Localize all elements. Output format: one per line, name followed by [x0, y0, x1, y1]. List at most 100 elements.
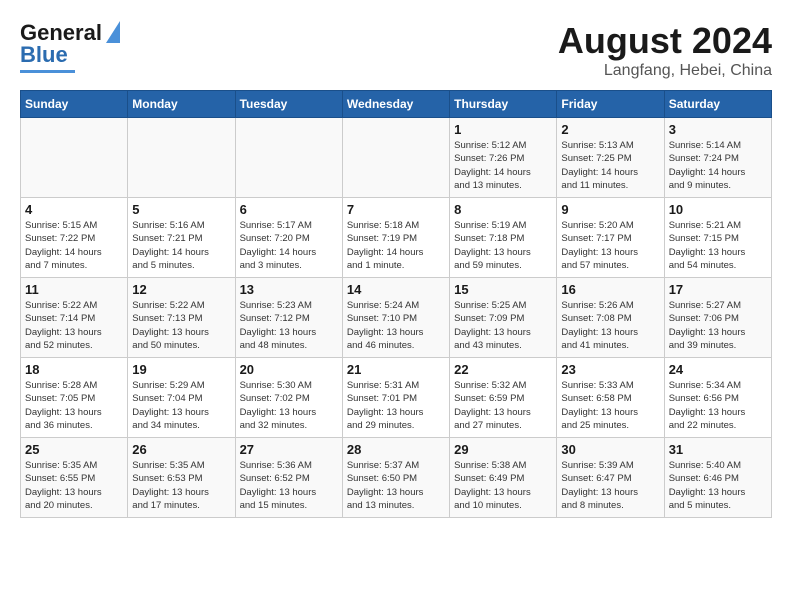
day-info: Sunrise: 5:40 AM Sunset: 6:46 PM Dayligh… [669, 459, 767, 512]
calendar-cell: 26Sunrise: 5:35 AM Sunset: 6:53 PM Dayli… [128, 438, 235, 518]
day-number: 12 [132, 282, 230, 297]
calendar-week-4: 18 Sunrise: 5:28 AM Sunset: 7:05 PM Dayli… [21, 358, 772, 438]
calendar-table: SundayMondayTuesdayWednesdayThursdayFrid… [20, 90, 772, 518]
day-number: 5 [132, 202, 230, 217]
day-number: 4 [25, 202, 123, 217]
day-info: Sunrise: 5:12 AM Sunset: 7:26 PM Dayligh… [454, 139, 552, 192]
day-info: Sunrise: 5:36 AM Sunset: 6:52 PM Dayligh… [240, 459, 338, 512]
calendar-cell: 2Sunrise: 5:13 AM Sunset: 7:25 PM Daylig… [557, 118, 664, 198]
day-info: Sunrise: 5:17 AM Sunset: 7:20 PM Dayligh… [240, 219, 338, 272]
calendar-week-1: 1 Sunrise: 5:12 AM Sunset: 7:26 PM Daylig… [21, 118, 772, 198]
day-info: Sunrise: 5:37 AM Sunset: 6:50 PM Dayligh… [347, 459, 445, 512]
calendar-cell: 22 Sunrise: 5:32 AM Sunset: 6:59 PM Dayli… [450, 358, 557, 438]
calendar-cell [342, 118, 449, 198]
day-number: 28 [347, 442, 445, 457]
calendar-cell: 28 Sunrise: 5:37 AM Sunset: 6:50 PM Dayli… [342, 438, 449, 518]
day-number: 17 [669, 282, 767, 297]
day-info: Sunrise: 5:22 AM Sunset: 7:14 PM Dayligh… [25, 299, 123, 352]
day-number: 16 [561, 282, 659, 297]
day-number: 31 [669, 442, 767, 457]
calendar-week-2: 4 Sunrise: 5:15 AM Sunset: 7:22 PM Daylig… [21, 198, 772, 278]
day-number: 19 [132, 362, 230, 377]
calendar-cell: 13 Sunrise: 5:23 AM Sunset: 7:12 PM Dayli… [235, 278, 342, 358]
calendar-cell: 5 Sunrise: 5:16 AM Sunset: 7:21 PM Daylig… [128, 198, 235, 278]
calendar-cell: 1 Sunrise: 5:12 AM Sunset: 7:26 PM Daylig… [450, 118, 557, 198]
logo: General Blue [20, 20, 120, 73]
calendar-cell [128, 118, 235, 198]
column-header-monday: Monday [128, 91, 235, 118]
column-header-tuesday: Tuesday [235, 91, 342, 118]
calendar-cell: 7Sunrise: 5:18 AM Sunset: 7:19 PM Daylig… [342, 198, 449, 278]
day-number: 7 [347, 202, 445, 217]
calendar-cell: 17 Sunrise: 5:27 AM Sunset: 7:06 PM Dayli… [664, 278, 771, 358]
calendar-cell: 4 Sunrise: 5:15 AM Sunset: 7:22 PM Daylig… [21, 198, 128, 278]
calendar-cell: 20Sunrise: 5:30 AM Sunset: 7:02 PM Dayli… [235, 358, 342, 438]
calendar-cell: 18 Sunrise: 5:28 AM Sunset: 7:05 PM Dayli… [21, 358, 128, 438]
day-info: Sunrise: 5:15 AM Sunset: 7:22 PM Dayligh… [25, 219, 123, 272]
day-info: Sunrise: 5:38 AM Sunset: 6:49 PM Dayligh… [454, 459, 552, 512]
calendar-cell: 3Sunrise: 5:14 AM Sunset: 7:24 PM Daylig… [664, 118, 771, 198]
calendar-week-5: 25 Sunrise: 5:35 AM Sunset: 6:55 PM Dayli… [21, 438, 772, 518]
day-number: 22 [454, 362, 552, 377]
day-number: 10 [669, 202, 767, 217]
day-number: 30 [561, 442, 659, 457]
day-info: Sunrise: 5:24 AM Sunset: 7:10 PM Dayligh… [347, 299, 445, 352]
day-info: Sunrise: 5:14 AM Sunset: 7:24 PM Dayligh… [669, 139, 767, 192]
day-number: 6 [240, 202, 338, 217]
logo-text-blue: Blue [20, 42, 68, 68]
calendar-cell: 9Sunrise: 5:20 AM Sunset: 7:17 PM Daylig… [557, 198, 664, 278]
day-info: Sunrise: 5:33 AM Sunset: 6:58 PM Dayligh… [561, 379, 659, 432]
calendar-cell: 27 Sunrise: 5:36 AM Sunset: 6:52 PM Dayli… [235, 438, 342, 518]
day-number: 27 [240, 442, 338, 457]
day-number: 20 [240, 362, 338, 377]
calendar-cell: 11 Sunrise: 5:22 AM Sunset: 7:14 PM Dayli… [21, 278, 128, 358]
column-header-friday: Friday [557, 91, 664, 118]
day-number: 18 [25, 362, 123, 377]
day-info: Sunrise: 5:23 AM Sunset: 7:12 PM Dayligh… [240, 299, 338, 352]
day-number: 8 [454, 202, 552, 217]
calendar-cell: 23 Sunrise: 5:33 AM Sunset: 6:58 PM Dayli… [557, 358, 664, 438]
day-number: 9 [561, 202, 659, 217]
day-number: 29 [454, 442, 552, 457]
day-number: 14 [347, 282, 445, 297]
calendar-cell: 8 Sunrise: 5:19 AM Sunset: 7:18 PM Daylig… [450, 198, 557, 278]
day-info: Sunrise: 5:25 AM Sunset: 7:09 PM Dayligh… [454, 299, 552, 352]
day-info: Sunrise: 5:39 AM Sunset: 6:47 PM Dayligh… [561, 459, 659, 512]
day-number: 25 [25, 442, 123, 457]
day-info: Sunrise: 5:16 AM Sunset: 7:21 PM Dayligh… [132, 219, 230, 272]
calendar-cell: 6 Sunrise: 5:17 AM Sunset: 7:20 PM Daylig… [235, 198, 342, 278]
calendar-week-3: 11 Sunrise: 5:22 AM Sunset: 7:14 PM Dayli… [21, 278, 772, 358]
day-number: 1 [454, 122, 552, 137]
day-info: Sunrise: 5:13 AM Sunset: 7:25 PM Dayligh… [561, 139, 659, 192]
day-info: Sunrise: 5:19 AM Sunset: 7:18 PM Dayligh… [454, 219, 552, 272]
calendar-cell: 16 Sunrise: 5:26 AM Sunset: 7:08 PM Dayli… [557, 278, 664, 358]
calendar-cell: 10 Sunrise: 5:21 AM Sunset: 7:15 PM Dayli… [664, 198, 771, 278]
day-info: Sunrise: 5:22 AM Sunset: 7:13 PM Dayligh… [132, 299, 230, 352]
calendar-cell [21, 118, 128, 198]
day-number: 15 [454, 282, 552, 297]
day-info: Sunrise: 5:27 AM Sunset: 7:06 PM Dayligh… [669, 299, 767, 352]
column-header-saturday: Saturday [664, 91, 771, 118]
calendar-cell: 21Sunrise: 5:31 AM Sunset: 7:01 PM Dayli… [342, 358, 449, 438]
day-info: Sunrise: 5:31 AM Sunset: 7:01 PM Dayligh… [347, 379, 445, 432]
day-info: Sunrise: 5:28 AM Sunset: 7:05 PM Dayligh… [25, 379, 123, 432]
page-header: General Blue August 2024 Langfang, Hebei… [20, 20, 772, 80]
day-info: Sunrise: 5:32 AM Sunset: 6:59 PM Dayligh… [454, 379, 552, 432]
column-header-sunday: Sunday [21, 91, 128, 118]
calendar-cell: 14 Sunrise: 5:24 AM Sunset: 7:10 PM Dayli… [342, 278, 449, 358]
logo-underline [20, 70, 75, 73]
day-info: Sunrise: 5:26 AM Sunset: 7:08 PM Dayligh… [561, 299, 659, 352]
calendar-cell [235, 118, 342, 198]
day-number: 23 [561, 362, 659, 377]
column-header-thursday: Thursday [450, 91, 557, 118]
day-number: 11 [25, 282, 123, 297]
day-number: 13 [240, 282, 338, 297]
header-row: SundayMondayTuesdayWednesdayThursdayFrid… [21, 91, 772, 118]
day-info: Sunrise: 5:29 AM Sunset: 7:04 PM Dayligh… [132, 379, 230, 432]
day-number: 24 [669, 362, 767, 377]
calendar-cell: 25 Sunrise: 5:35 AM Sunset: 6:55 PM Dayli… [21, 438, 128, 518]
calendar-cell: 24Sunrise: 5:34 AM Sunset: 6:56 PM Dayli… [664, 358, 771, 438]
day-info: Sunrise: 5:35 AM Sunset: 6:55 PM Dayligh… [25, 459, 123, 512]
location-subtitle: Langfang, Hebei, China [558, 62, 772, 80]
day-info: Sunrise: 5:21 AM Sunset: 7:15 PM Dayligh… [669, 219, 767, 272]
